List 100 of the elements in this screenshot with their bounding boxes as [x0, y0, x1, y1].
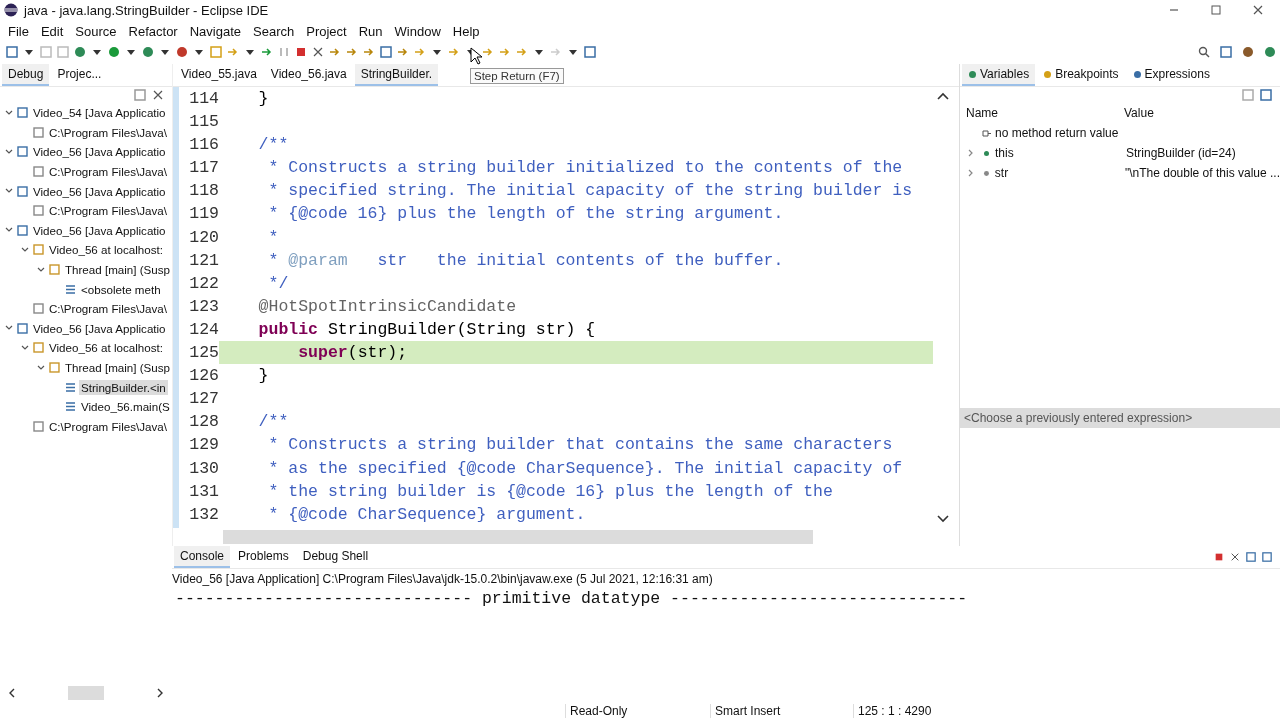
arrow-icon[interactable] — [516, 46, 528, 58]
code-line: * {@code CharSequence} argument. — [267, 503, 587, 526]
return-arrow-icon — [982, 128, 991, 138]
scroll-up-icon[interactable] — [937, 91, 949, 101]
tree-item[interactable]: Video_56 [Java Applicatio — [31, 183, 168, 199]
menu-item[interactable]: Project — [300, 23, 353, 39]
line-number: 127 — [188, 388, 219, 411]
tree-item[interactable]: Video_56 at localhost: — [47, 340, 165, 356]
variable-value: "\nThe double of this value ... — [1124, 166, 1280, 180]
close-icon[interactable] — [1252, 4, 1264, 16]
launch-icon — [17, 146, 28, 158]
column-header: Name — [966, 106, 999, 120]
scroll-left-icon[interactable] — [8, 688, 16, 698]
launch-icon — [17, 224, 28, 236]
tree-item[interactable]: Thread [main] (Susp — [62, 360, 172, 375]
window-title: java - java.lang.StringBuilder - Eclipse IDE — [24, 2, 269, 18]
tree-item[interactable]: Thread [main] (Susp — [62, 262, 172, 278]
tree-item[interactable]: Video_56 [Java Applicatio — [31, 144, 168, 160]
status-text: 125 : 1 : 4290 — [853, 704, 975, 718]
scroll-right-icon[interactable] — [156, 688, 164, 698]
code-line: @HotSpotIntrinsicCandidate — [257, 295, 518, 318]
tree-item[interactable]: Video_56 [Java Applicatio — [31, 222, 168, 238]
target-icon — [33, 342, 44, 354]
scrollbar-thumb[interactable] — [68, 686, 104, 700]
view-tab[interactable]: Projec... — [51, 64, 108, 86]
menu-item[interactable]: Source — [69, 23, 123, 39]
editor-tab[interactable]: StringBuilder. — [354, 64, 439, 86]
menu-item[interactable]: Navigate — [183, 23, 247, 39]
code-line: * the string builder is {@code 16} plus the length of the — [267, 480, 834, 503]
editor-tab[interactable]: Video_56.java — [264, 64, 353, 86]
process-label: Video_56 [Java Application] C:\Program Files\Java\jdk-15.0.2\bin\javaw.exe (5 Jul 2021, 12:16:31 am) — [172, 571, 714, 588]
tree-item[interactable]: C:\Program Files\Java\ — [47, 203, 169, 219]
line-number: 121 — [188, 249, 219, 272]
disconnect-icon[interactable] — [312, 46, 324, 58]
view-icon — [1132, 69, 1142, 79]
variable-value: StringBuilder (id=24) — [1126, 146, 1236, 160]
tree-item[interactable]: C:\Program Files\Java\ — [47, 301, 169, 317]
code-line: } — [257, 88, 270, 110]
restore-icon[interactable] — [1210, 4, 1222, 16]
variable-name[interactable]: no method return value — [991, 126, 1119, 140]
code-line: /** — [257, 411, 290, 434]
menu-item[interactable]: Search — [247, 23, 301, 39]
chevron-right-icon[interactable] — [967, 149, 975, 157]
search-icon[interactable] — [1198, 46, 1210, 58]
variable-name[interactable]: this — [991, 146, 1126, 160]
editor-tab[interactable]: Video_55.java — [175, 64, 263, 86]
code-line: */ — [267, 272, 290, 295]
menu-item[interactable]: File — [2, 23, 35, 39]
tree-item[interactable]: C:\Program Files\Java\ — [47, 418, 169, 434]
menu-item[interactable]: Run — [352, 23, 389, 39]
line-number: 126 — [188, 365, 219, 388]
menu-item[interactable]: Edit — [34, 23, 70, 39]
expression-combo[interactable]: <Choose a previously entered expression> — [960, 408, 1280, 428]
forward-icon[interactable] — [499, 46, 511, 58]
view-tab[interactable]: Expressions — [1126, 64, 1216, 86]
frame-icon — [65, 283, 76, 295]
menu-item[interactable]: Window — [388, 23, 447, 39]
code-line: * specified string. The initial capacity of the string builder is — [267, 180, 914, 203]
scroll-down-icon[interactable] — [937, 514, 949, 524]
tree-item[interactable]: Video_56.main(S — [79, 399, 172, 415]
view-tab[interactable]: Breakpoints — [1037, 64, 1125, 86]
tree-item[interactable]: C:\Program Files\Java\ — [47, 164, 169, 180]
resume-icon[interactable] — [261, 46, 273, 58]
menu-item[interactable]: Help — [446, 23, 486, 39]
view-tab[interactable]: Debug — [2, 64, 50, 86]
line-number: 128 — [188, 411, 219, 434]
tree-item[interactable]: C:\Program Files\Java\ — [47, 124, 169, 140]
field-dot-icon — [982, 148, 991, 158]
terminate-icon[interactable] — [295, 46, 307, 58]
view-tab[interactable]: Console — [174, 546, 231, 568]
step-over-icon[interactable] — [346, 46, 358, 58]
process-icon — [33, 166, 44, 178]
view-tab[interactable]: Problems — [232, 546, 295, 568]
remove-icon[interactable] — [152, 89, 164, 101]
remove-icon[interactable] — [1230, 552, 1240, 562]
view-tab[interactable]: Variables — [962, 64, 1036, 86]
launch-icon — [17, 185, 28, 197]
code-line: public StringBuilder(String str) { — [257, 318, 597, 341]
code-line: * Constructs a string builder initialized to the contents of the — [267, 157, 904, 180]
line-number: 118 — [188, 180, 219, 203]
code-line: } — [257, 365, 270, 388]
chevron-right-icon[interactable] — [966, 169, 975, 177]
view-tab[interactable]: Debug Shell — [296, 546, 375, 568]
tree-item[interactable]: StringBuilder.<in — [79, 379, 168, 395]
tree-item[interactable]: <obsolete meth — [79, 281, 163, 297]
line-number: 116 — [188, 134, 219, 157]
step-return-icon[interactable] — [363, 46, 375, 58]
status-text: Smart Insert — [710, 704, 853, 718]
terminate-icon[interactable] — [1214, 552, 1224, 562]
tree-item[interactable]: Video_56 at localhost: — [47, 242, 165, 258]
scrollbar-thumb[interactable] — [223, 530, 813, 544]
line-number: 120 — [188, 226, 219, 249]
line-number: 132 — [188, 503, 219, 526]
tree-item[interactable]: Video_56 [Java Applicatio — [31, 320, 168, 336]
code-line: * @param str the initial contents of the buffer. — [267, 249, 785, 272]
process-icon — [33, 205, 44, 217]
menu-item[interactable]: Refactor — [122, 23, 184, 39]
tree-item[interactable]: Video_54 [Java Applicatio — [31, 105, 168, 121]
step-into-icon[interactable] — [329, 46, 341, 58]
variable-name[interactable]: str — [990, 166, 1125, 180]
